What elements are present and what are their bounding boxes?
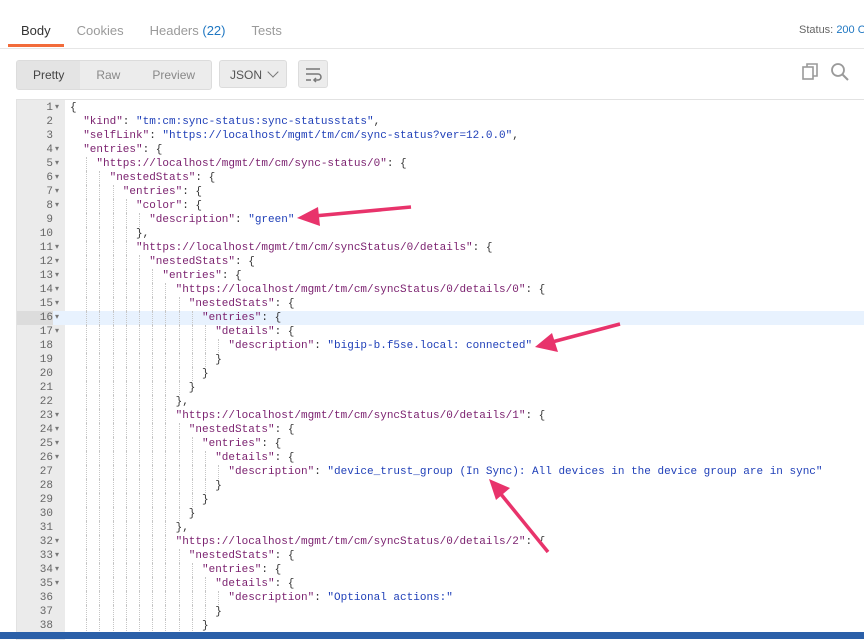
annotation-arrow-connected bbox=[535, 322, 621, 352]
annotation-arrow-in-sync bbox=[489, 479, 550, 554]
annotation-arrow-green bbox=[297, 205, 412, 226]
annotation-arrows bbox=[297, 205, 621, 554]
